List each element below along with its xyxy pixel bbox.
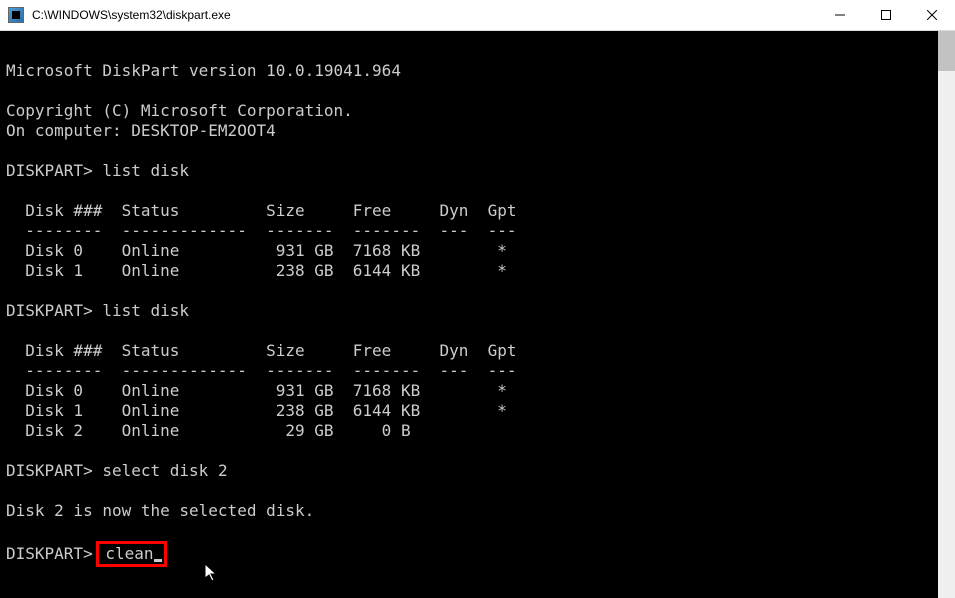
scrollbar-thumb[interactable] [938,31,955,71]
cmd-clean: clean [105,544,153,563]
maximize-button[interactable] [863,0,909,30]
table2-divider: -------- ------------- ------- ------- -… [6,361,517,380]
minimize-icon [835,10,845,20]
copyright-line: Copyright (C) Microsoft Corporation. [6,101,353,120]
version-line: Microsoft DiskPart version 10.0.19041.96… [6,61,401,80]
close-icon [927,10,937,20]
text-cursor [154,559,162,562]
vertical-scrollbar[interactable] [938,31,955,598]
window-titlebar: C:\WINDOWS\system32\diskpart.exe [0,0,955,31]
table1-header: Disk ### Status Size Free Dyn Gpt [6,201,517,220]
table1-row-disk1: Disk 1 Online 238 GB 6144 KB * [6,261,507,280]
prompt: DISKPART> [6,161,93,180]
terminal-output[interactable]: Microsoft DiskPart version 10.0.19041.96… [0,31,938,598]
minimize-button[interactable] [817,0,863,30]
table1-row-disk0: Disk 0 Online 931 GB 7168 KB * [6,241,507,260]
prompt: DISKPART> [6,461,93,480]
maximize-icon [881,10,891,20]
cmd-list-disk-1: list disk [102,161,189,180]
window-title: C:\WINDOWS\system32\diskpart.exe [32,8,817,22]
computer-line: On computer: DESKTOP-EM2OOT4 [6,121,276,140]
highlighted-command: clean [96,541,166,567]
prompt: DISKPART> [6,301,93,320]
app-icon [8,7,24,23]
prompt: DISKPART> [6,544,93,563]
table2-header: Disk ### Status Size Free Dyn Gpt [6,341,517,360]
table2-row-disk1: Disk 1 Online 238 GB 6144 KB * [6,401,507,420]
table1-divider: -------- ------------- ------- ------- -… [6,221,517,240]
select-response: Disk 2 is now the selected disk. [6,501,314,520]
close-button[interactable] [909,0,955,30]
window-controls [817,0,955,30]
cmd-select-disk: select disk 2 [102,461,227,480]
table2-row-disk2: Disk 2 Online 29 GB 0 B [6,421,411,440]
cmd-list-disk-2: list disk [102,301,189,320]
table2-row-disk0: Disk 0 Online 931 GB 7168 KB * [6,381,507,400]
